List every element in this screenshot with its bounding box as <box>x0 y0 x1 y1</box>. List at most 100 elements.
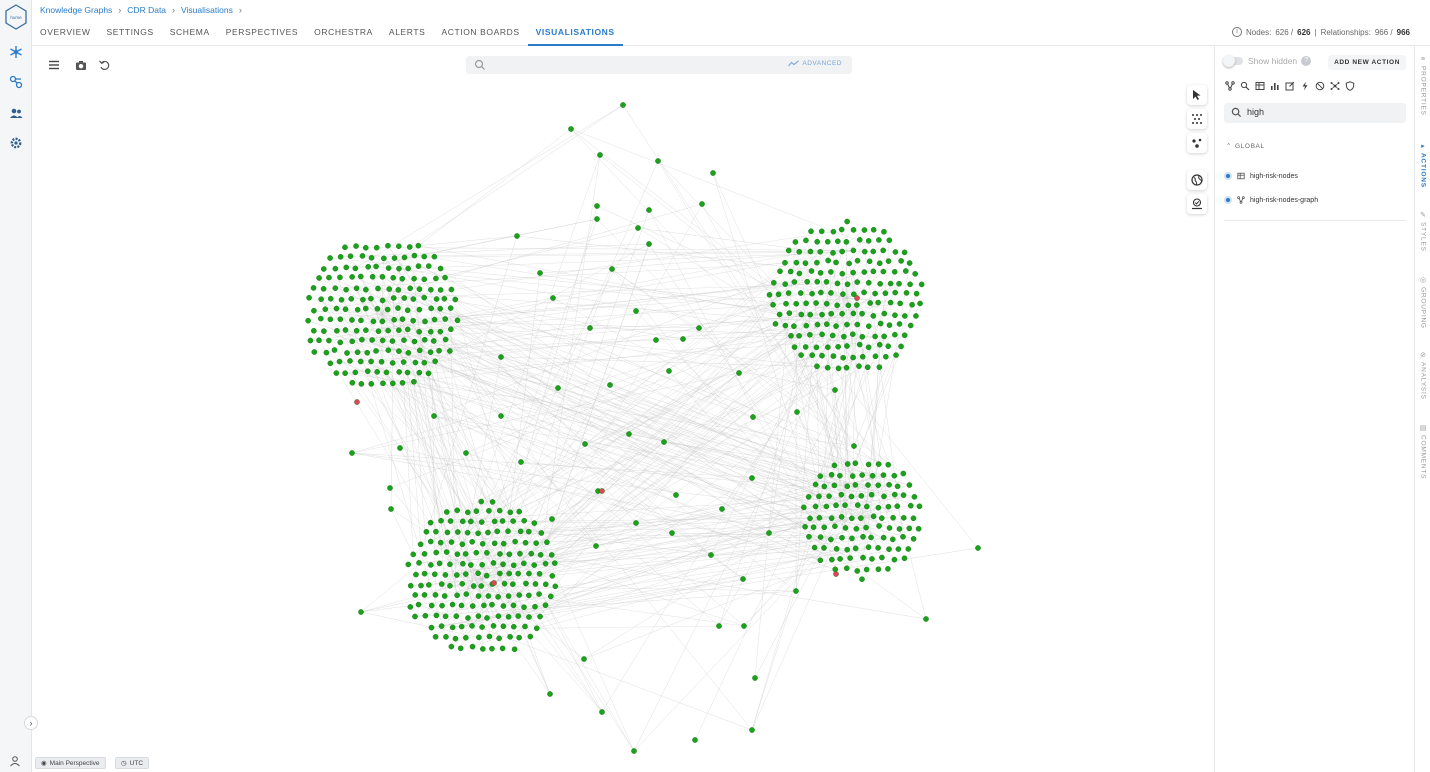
graph-node[interactable] <box>415 242 422 249</box>
graph-node[interactable] <box>462 551 469 557</box>
graph-node[interactable] <box>322 306 329 312</box>
graph-node[interactable] <box>442 274 448 281</box>
graph-node[interactable] <box>837 472 843 479</box>
graph-node[interactable] <box>880 247 886 254</box>
graph-node[interactable] <box>854 257 861 264</box>
graph-node[interactable] <box>431 253 438 260</box>
graph-node[interactable] <box>860 554 866 561</box>
graph-node[interactable] <box>436 347 442 354</box>
graph-node[interactable] <box>907 281 913 288</box>
graph-node[interactable] <box>347 358 353 364</box>
graph-node[interactable] <box>311 327 317 334</box>
graph-node[interactable] <box>669 530 675 536</box>
graph-node[interactable] <box>549 573 556 579</box>
graph-node[interactable] <box>510 518 516 524</box>
graph-node[interactable] <box>870 226 877 233</box>
graph-node[interactable] <box>823 503 830 510</box>
graph-node[interactable] <box>876 237 882 243</box>
graph-node[interactable] <box>410 296 417 302</box>
graph-node[interactable] <box>495 594 501 600</box>
graph-node[interactable] <box>699 201 705 207</box>
graph-node[interactable] <box>796 248 803 255</box>
graph-node[interactable] <box>523 580 529 587</box>
graph-node[interactable] <box>448 643 455 650</box>
breadcrumb-visualisations[interactable]: Visualisations <box>181 5 233 15</box>
graph-node[interactable] <box>516 508 523 515</box>
graph-node[interactable] <box>832 566 839 573</box>
graph-node[interactable] <box>390 274 396 281</box>
graph-node[interactable] <box>832 387 838 393</box>
graph-node[interactable] <box>448 326 454 333</box>
graph-node[interactable] <box>896 526 903 532</box>
graph-node[interactable] <box>432 358 438 365</box>
graph-node[interactable] <box>391 316 397 323</box>
graph-node[interactable] <box>374 305 381 312</box>
graph-node[interactable] <box>843 239 850 245</box>
graph-node[interactable] <box>447 305 454 311</box>
graph-node[interactable] <box>522 623 528 630</box>
graph-node[interactable] <box>373 263 379 270</box>
graph-node[interactable] <box>549 516 555 522</box>
graph-node[interactable] <box>384 306 391 313</box>
graph-node[interactable] <box>812 481 819 488</box>
graph-node[interactable] <box>852 545 859 552</box>
graph-node[interactable] <box>828 536 834 543</box>
graph-node[interactable] <box>459 581 466 587</box>
graph-node[interactable] <box>405 561 412 568</box>
graph-node[interactable] <box>411 338 418 345</box>
graph-node[interactable] <box>633 520 639 526</box>
graph-node[interactable] <box>893 352 899 358</box>
graph-node[interactable] <box>491 540 498 547</box>
graph-node[interactable] <box>401 295 408 301</box>
graph-node[interactable] <box>854 321 861 328</box>
graph-node[interactable] <box>378 358 385 365</box>
graph-node[interactable] <box>427 328 434 335</box>
graph-node[interactable] <box>421 294 427 301</box>
graph-nav-icon[interactable] <box>4 40 28 64</box>
graph-node[interactable] <box>802 260 809 266</box>
graph-node[interactable] <box>783 300 789 307</box>
graph-node[interactable] <box>352 265 359 272</box>
add-new-action-button[interactable]: ADD NEW ACTION <box>1328 55 1406 70</box>
graph-node[interactable] <box>796 270 803 277</box>
graph-node[interactable] <box>825 344 831 350</box>
graph-node[interactable] <box>787 268 794 275</box>
graph-node[interactable] <box>460 560 466 567</box>
graph-node[interactable] <box>379 274 386 280</box>
graph-node[interactable] <box>396 369 402 375</box>
graph-node[interactable] <box>875 482 881 488</box>
graph-node[interactable] <box>500 623 507 630</box>
graph-node[interactable] <box>839 310 845 317</box>
graph-node[interactable] <box>891 269 898 275</box>
graph-node[interactable] <box>837 556 843 562</box>
graph-node[interactable] <box>421 276 428 283</box>
graph-node[interactable] <box>442 572 449 578</box>
graph-node[interactable] <box>896 280 902 287</box>
graph-node[interactable] <box>906 260 913 266</box>
graph-node[interactable] <box>867 300 873 306</box>
graph-node[interactable] <box>777 268 783 275</box>
graph-node[interactable] <box>307 337 314 344</box>
graph-node[interactable] <box>441 295 448 302</box>
graph-node[interactable] <box>447 348 453 354</box>
graph-node[interactable] <box>883 353 889 360</box>
graph-node[interactable] <box>785 247 792 254</box>
graph-node[interactable] <box>468 562 474 568</box>
graph-node[interactable] <box>499 518 506 524</box>
graph-node[interactable] <box>808 228 814 235</box>
graph-node[interactable] <box>347 253 354 260</box>
graph-node[interactable] <box>465 509 471 516</box>
graph-node[interactable] <box>321 328 327 334</box>
graph-node[interactable] <box>427 519 434 526</box>
graph-node[interactable] <box>905 546 912 552</box>
graph-node[interactable] <box>364 349 371 356</box>
graph-node[interactable] <box>507 634 513 640</box>
graph-node[interactable] <box>806 533 812 540</box>
graph-node[interactable] <box>358 609 364 615</box>
graph-node[interactable] <box>496 507 503 514</box>
graph-node[interactable] <box>354 306 361 313</box>
graph-node[interactable] <box>819 311 825 318</box>
graph-node[interactable] <box>870 313 877 319</box>
graph-node[interactable] <box>316 275 322 281</box>
graph-node[interactable] <box>870 248 877 255</box>
